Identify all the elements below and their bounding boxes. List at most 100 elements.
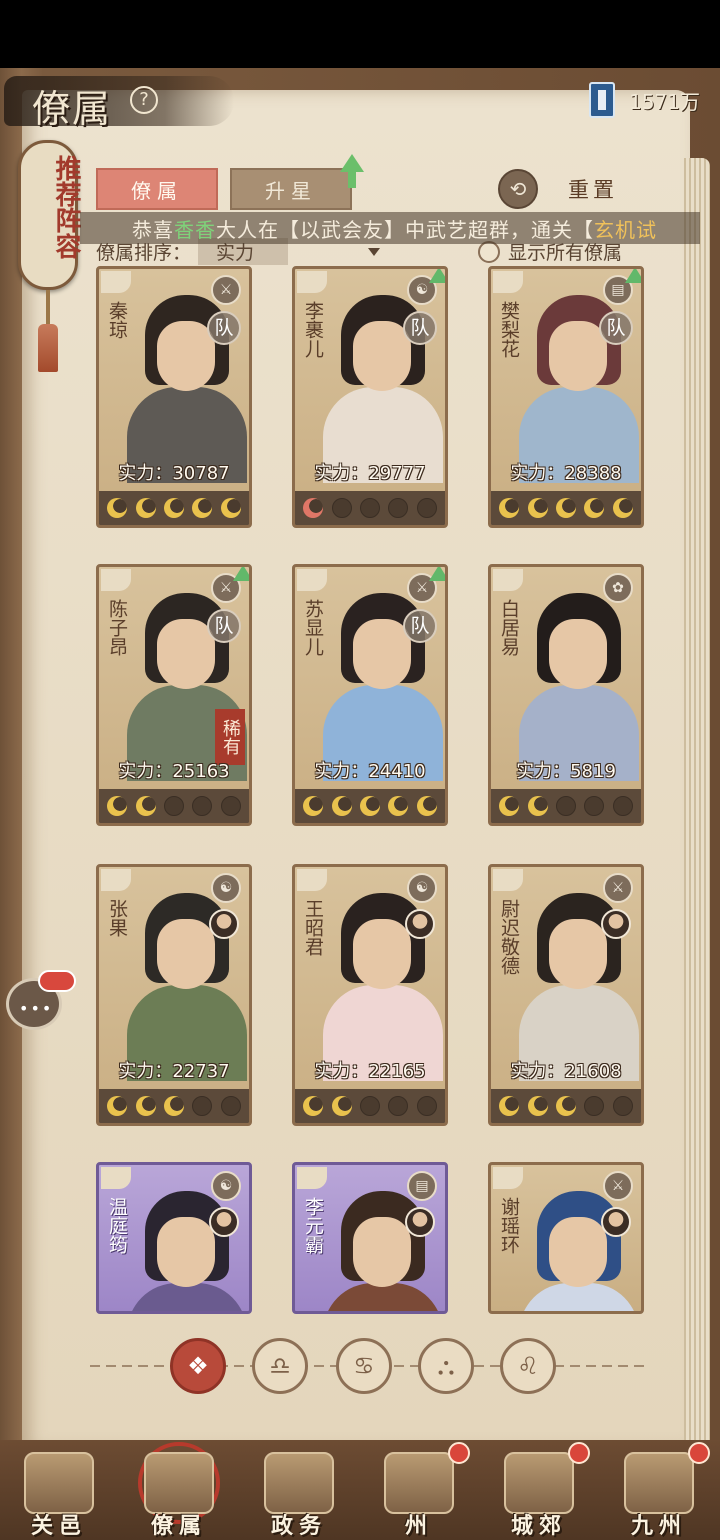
nav-label: 关邑: [30, 1513, 87, 1539]
nav-item[interactable]: 城郊: [484, 1440, 594, 1540]
class-icon: ⚔: [211, 275, 241, 305]
moon-star-icon: [107, 796, 128, 816]
subordinate-card[interactable]: 谢瑶环 ⚔: [488, 1162, 644, 1314]
star-rating: [99, 789, 249, 823]
tab-star-up[interactable]: 升星: [230, 168, 352, 210]
moon-star-icon: [555, 1096, 576, 1116]
reset-icon: ⟲: [498, 169, 538, 209]
nav-label: 九州: [630, 1513, 687, 1539]
character-portrait: [519, 1183, 639, 1311]
star-rating: [491, 491, 641, 525]
moon-star-icon: [107, 1096, 128, 1116]
upgrade-arrow-icon: [429, 269, 445, 283]
subordinate-card[interactable]: 李裹儿 ☯ 队实力：29777: [292, 266, 448, 528]
partner-avatar: [209, 1207, 239, 1237]
page-edge: [684, 158, 710, 1488]
nav-item[interactable]: 政务: [244, 1440, 354, 1540]
character-name: 王昭君: [302, 899, 324, 956]
power-value: 实力：30787: [118, 463, 230, 484]
help-icon[interactable]: ?: [130, 86, 158, 114]
moon-star-icon: [220, 796, 241, 816]
star-rating: [491, 789, 641, 823]
moon-star-icon: [527, 1096, 548, 1116]
moon-star-icon: [612, 1096, 633, 1116]
moon-star-icon: [135, 1096, 156, 1116]
portrait-face: [157, 619, 215, 689]
moon-star-icon: [555, 498, 576, 518]
moon-star-icon: [499, 796, 520, 816]
scroll-body: 推荐阵容: [18, 140, 81, 290]
team-badge: 队: [403, 311, 437, 345]
lion-icon[interactable]: ♌: [500, 1338, 556, 1394]
subordinate-card[interactable]: 樊梨花 ▤ 队实力：28388: [488, 266, 644, 528]
chevron-down-icon[interactable]: [368, 248, 380, 256]
portrait-face: [549, 619, 607, 689]
subordinate-card[interactable]: 李元霸 ▤: [292, 1162, 448, 1314]
class-icon: ✿: [603, 573, 633, 603]
chat-icon: •••: [19, 999, 54, 1018]
tab-subordinates[interactable]: 僚属: [96, 168, 218, 210]
subordinate-card[interactable]: 王昭君 ☯ 实力：22165: [292, 864, 448, 1126]
moon-star-icon: [107, 498, 128, 518]
subordinate-card[interactable]: 温庭筠 ☯: [96, 1162, 252, 1314]
power-value: 实力：21608: [510, 1061, 622, 1082]
star-rating: [295, 789, 445, 823]
moon-star-icon: [584, 796, 605, 816]
nav-label: 僚属: [150, 1513, 207, 1539]
title-bar: 僚属 ? 1571万: [0, 72, 720, 131]
moon-star-icon: [220, 498, 241, 518]
all-icon[interactable]: ❖: [170, 1338, 226, 1394]
recommended-lineup-scroll[interactable]: 推荐阵容: [18, 140, 81, 372]
portrait-face: [157, 1217, 215, 1287]
cards-icon: [144, 1452, 214, 1514]
book-icon: [589, 82, 616, 118]
currency-display[interactable]: 1571万: [589, 80, 700, 120]
nav-item[interactable]: 僚属: [124, 1440, 234, 1540]
notification-dot: [688, 1442, 710, 1464]
moon-star-icon: [192, 498, 213, 518]
character-portrait: [519, 585, 639, 781]
moon-star-icon: [303, 796, 324, 816]
subordinate-card[interactable]: 陈子昂 ⚔ 队稀有 实力：25163: [96, 564, 252, 826]
team-badge: 队: [403, 609, 437, 643]
partner-avatar: [405, 1207, 435, 1237]
nav-item[interactable]: 关邑: [4, 1440, 114, 1540]
team-badge: 队: [207, 609, 241, 643]
character-name: 白居易: [498, 599, 520, 656]
team-badge: 队: [599, 311, 633, 345]
bell-icon[interactable]: ♎: [252, 1338, 308, 1394]
star-rating: [295, 1089, 445, 1123]
moon-star-icon: [416, 498, 437, 518]
moon-star-icon: [359, 1096, 380, 1116]
moon-star-icon: [331, 796, 352, 816]
subordinate-card[interactable]: 秦琼 ⚔ 队实力：30787: [96, 266, 252, 528]
power-value: 实力：29777: [314, 463, 426, 484]
fan-icon[interactable]: ⛬: [418, 1338, 474, 1394]
upgrade-arrow-stem: [348, 170, 356, 188]
character-name: 谢瑶环: [498, 1197, 520, 1254]
notification-dot: [448, 1442, 470, 1464]
moon-star-icon: [135, 796, 156, 816]
gourd-icon[interactable]: ♋: [336, 1338, 392, 1394]
star-rating: [99, 1089, 249, 1123]
character-name: 尉迟敬德: [498, 899, 520, 975]
subordinate-card[interactable]: 张果 ☯ 实力：22737: [96, 864, 252, 1126]
power-value: 实力：28388: [510, 463, 622, 484]
power-value: 实力：25163: [118, 761, 230, 782]
nav-label: 政务: [270, 1513, 327, 1539]
team-badge: 队: [207, 311, 241, 345]
character-portrait: [323, 1183, 443, 1311]
nav-item[interactable]: 九州: [604, 1440, 714, 1540]
star-rating: [99, 491, 249, 525]
reset-button[interactable]: ⟲ 重置: [498, 168, 648, 210]
city-gate-icon: [24, 1452, 94, 1514]
subordinate-card[interactable]: 尉迟敬德 ⚔ 实力：21608: [488, 864, 644, 1126]
subordinate-card[interactable]: 白居易 ✿ 实力：5819: [488, 564, 644, 826]
moon-star-icon: [220, 1096, 241, 1116]
announcement-prefix: 恭喜: [132, 218, 174, 242]
subordinate-card[interactable]: 苏显儿 ⚔ 队实力：24410: [292, 564, 448, 826]
nav-item[interactable]: 州: [364, 1440, 474, 1540]
upgrade-arrow-icon: [429, 567, 445, 581]
moon-star-icon: [163, 796, 184, 816]
power-value: 实力：5819: [516, 761, 616, 782]
